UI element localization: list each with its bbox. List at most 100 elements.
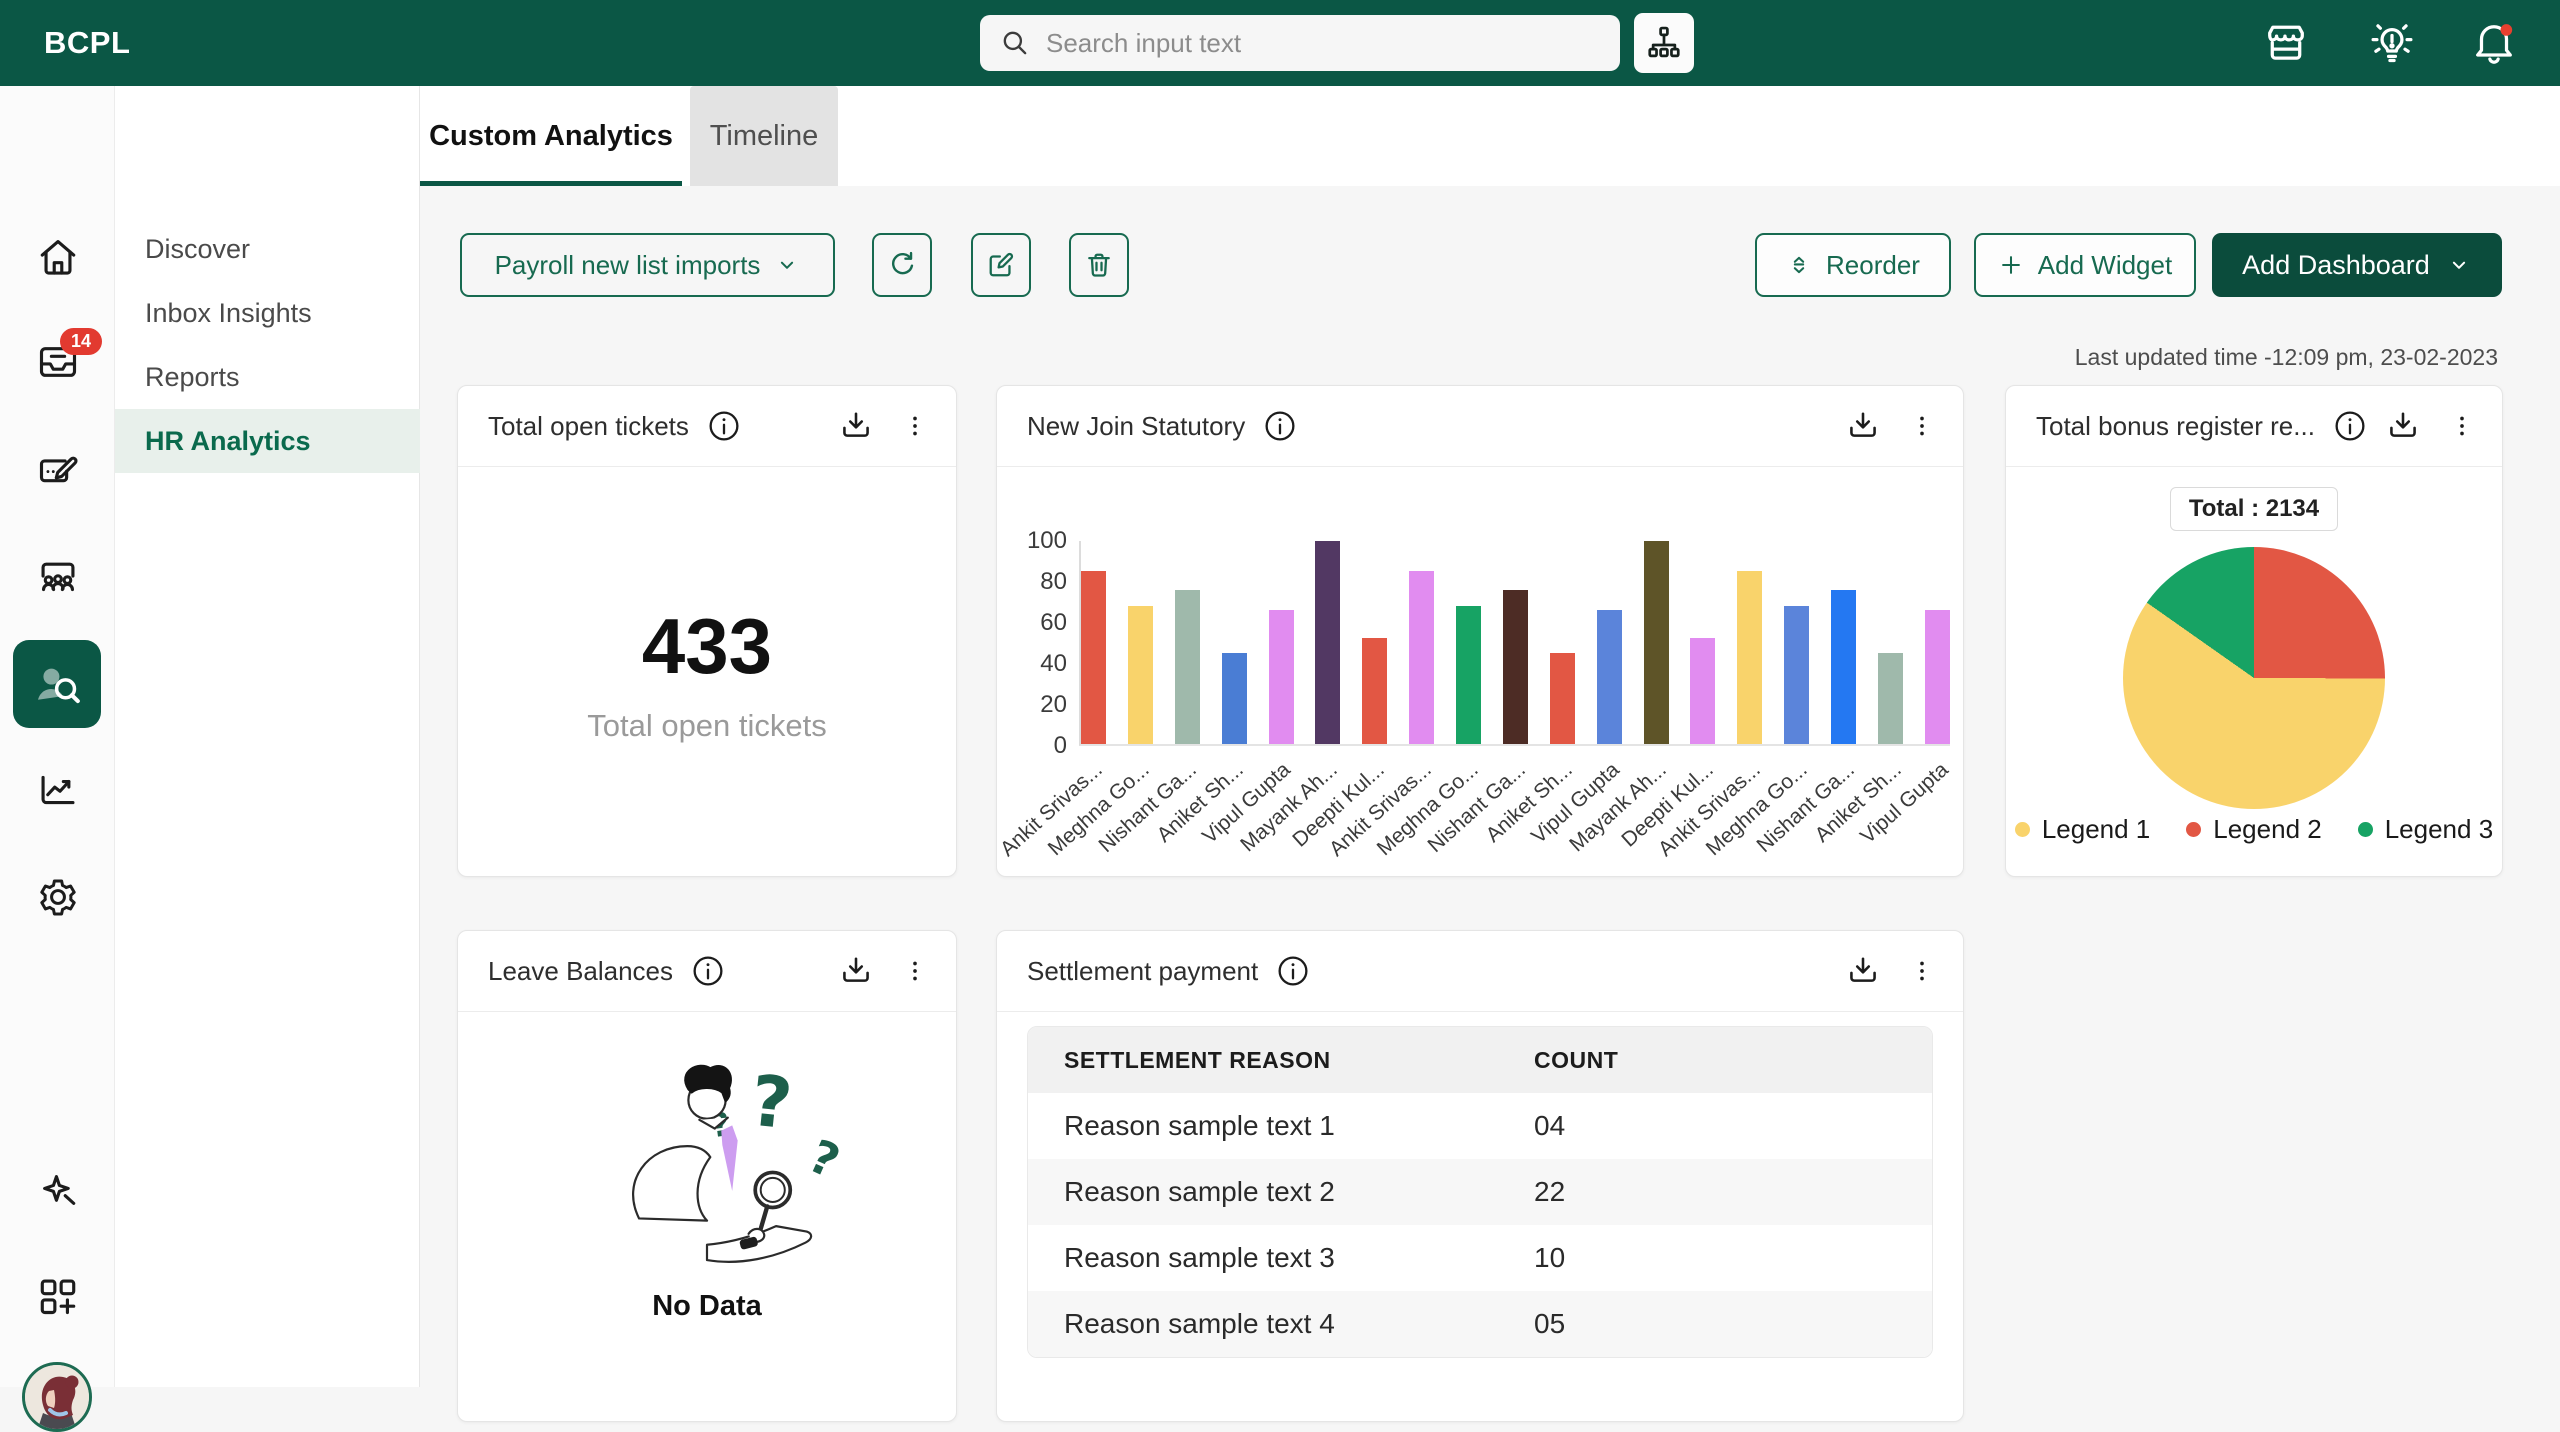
sidebar-item-team[interactable] [0, 552, 115, 600]
sidebar-item-home[interactable] [0, 233, 115, 281]
legend-item[interactable]: Legend 1 [2014, 814, 2150, 845]
reorder-button[interactable]: Reorder [1755, 233, 1951, 297]
bar [1409, 571, 1435, 744]
info-icon[interactable] [691, 954, 725, 988]
sidebar-item-settings[interactable] [0, 873, 115, 921]
pie-legend: Legend 1 Legend 2 Legend 3 [2006, 814, 2502, 845]
bar [1315, 541, 1341, 744]
table-header-row: SETTLEMENT REASON COUNT [1028, 1027, 1932, 1093]
download-icon[interactable] [2385, 408, 2421, 444]
y-tick-label: 100 [1026, 527, 1067, 554]
legend-item[interactable]: Legend 2 [2186, 814, 2322, 845]
download-icon[interactable] [838, 953, 874, 989]
global-search[interactable] [980, 15, 1620, 71]
reorder-label: Reorder [1826, 249, 1920, 280]
no-data-text: No Data [652, 1290, 762, 1322]
topbar: BCPL [0, 0, 2560, 86]
y-tick-label: 0 [1053, 732, 1067, 759]
plus-icon [2001, 256, 2020, 274]
legend-item[interactable]: Legend 3 [2357, 814, 2494, 845]
table-row: Reason sample text 3 10 [1028, 1225, 1932, 1291]
bar-plot [1079, 541, 1950, 746]
info-icon[interactable] [2333, 409, 2367, 443]
sidebar-item-people-search-active[interactable] [13, 640, 101, 728]
sidebar-item-reports[interactable]: Reports [115, 345, 420, 409]
search-input[interactable] [1046, 27, 1600, 59]
dashboard-selector-label: Payroll new list imports [494, 249, 761, 280]
chevron-down-icon [2452, 261, 2465, 269]
tab-timeline[interactable]: Timeline [690, 86, 838, 186]
delete-dashboard-button[interactable] [1069, 233, 1129, 297]
settings-icon [39, 879, 76, 916]
edit-dashboard-button[interactable] [971, 233, 1031, 297]
bar [1924, 610, 1950, 744]
table-row: Reason sample text 4 05 [1028, 1291, 1932, 1357]
home-icon [40, 240, 75, 275]
widget-total-bonus-register: Total bonus register re... Total : 2134 … [2005, 385, 2503, 877]
kebab-menu-icon[interactable] [2447, 411, 2477, 441]
kebab-menu-icon[interactable] [900, 411, 930, 441]
tab-custom-analytics[interactable]: Custom Analytics [420, 86, 682, 186]
app-logo: BCPL [44, 25, 131, 60]
kebab-menu-icon[interactable] [1907, 411, 1937, 441]
analytics-icon [41, 775, 74, 805]
y-tick-label: 40 [1040, 650, 1067, 677]
table-column-header: SETTLEMENT REASON [1028, 1027, 1498, 1093]
bar [1549, 652, 1575, 744]
refresh-dashboard-button[interactable] [872, 233, 932, 297]
bar-chart-x-axis: Ankit Srivas... Meghna Go... Nishant Ga...… [997, 758, 1953, 873]
sidebar-item-apps[interactable] [0, 1272, 115, 1320]
org-chart-button[interactable] [1634, 13, 1694, 73]
widget-title: Leave Balances [488, 955, 674, 986]
last-updated-text: Last updated time -12:09 pm, 23-02-2023 [2074, 344, 2498, 370]
widget-new-join-statutory: New Join Statutory 0 20 40 60 80 100 Ankit Sr… [996, 385, 1964, 877]
y-tick-label: 60 [1040, 609, 1067, 636]
sidebar-item-magic[interactable] [0, 1166, 115, 1214]
y-tick-label: 20 [1040, 691, 1067, 718]
bar [1784, 605, 1810, 744]
widget-title: Settlement payment [1027, 955, 1259, 986]
download-icon[interactable] [1845, 408, 1881, 444]
reorder-icon [1793, 256, 1805, 274]
download-icon[interactable] [838, 408, 874, 444]
refresh-icon [892, 251, 914, 275]
add-widget-button[interactable]: Add Widget [1974, 233, 2196, 297]
table-cell: Reason sample text 2 [1064, 1176, 1335, 1207]
sidebar-item-discover[interactable]: Discover [115, 217, 420, 281]
info-icon[interactable] [1263, 409, 1297, 443]
sidebar-item-hr-analytics[interactable]: HR Analytics [115, 409, 420, 473]
info-icon[interactable] [707, 409, 741, 443]
legend-label: Legend 3 [2384, 814, 2494, 844]
bar-chart-y-axis: 0 20 40 60 80 100 [1015, 527, 1067, 759]
add-dashboard-button[interactable]: Add Dashboard [2212, 233, 2502, 297]
kpi-caption: Total open tickets [587, 707, 827, 743]
bar [1690, 638, 1716, 744]
kebab-menu-icon[interactable] [1907, 956, 1937, 986]
widget-settlement-payment: Settlement payment SETTLEMENT REASON COUN… [996, 930, 1964, 1422]
bar [1456, 605, 1481, 744]
bar [1362, 638, 1388, 744]
widget-title: New Join Statutory [1027, 410, 1246, 441]
widget-title: Total bonus register re... [2036, 410, 2315, 441]
table-cell: Reason sample text 1 [1064, 1110, 1335, 1141]
sidebar-item-compose[interactable] [0, 446, 115, 494]
user-avatar[interactable] [22, 1362, 92, 1432]
kebab-menu-icon[interactable] [900, 956, 930, 986]
pie-chart [2123, 547, 2385, 809]
widget-total-open-tickets: Total open tickets 433 Total open ticket… [457, 385, 957, 877]
widget-leave-balances: Leave Balances ? ? ? [457, 930, 957, 1422]
pie-total-badge: Total : 2134 [2169, 487, 2339, 531]
dashboard-selector-dropdown[interactable]: Payroll new list imports [460, 233, 835, 297]
avatar-image [25, 1365, 89, 1429]
download-icon[interactable] [1845, 953, 1881, 989]
sidebar-item-analytics[interactable] [0, 766, 115, 814]
search-icon [1000, 28, 1030, 58]
legend-dot [2186, 822, 2202, 837]
sidebar-item-inbox-insights[interactable]: Inbox Insights [115, 281, 420, 345]
store-icon[interactable] [2262, 19, 2310, 67]
info-icon[interactable] [1276, 954, 1310, 988]
svg-text:?: ? [801, 1129, 847, 1189]
table-cell: 10 [1534, 1242, 1566, 1273]
ideas-icon[interactable] [2368, 19, 2416, 67]
notifications-icon[interactable] [2470, 19, 2518, 67]
